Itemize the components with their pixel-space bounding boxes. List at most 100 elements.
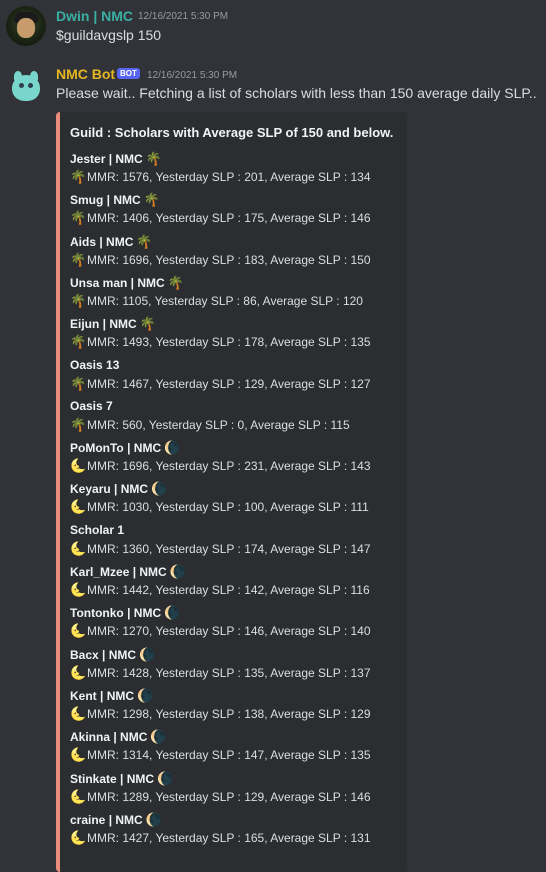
- stats-icon: 🌜: [70, 829, 87, 845]
- scholar-stats: 🌜MMR: 1428, Yesterday SLP : 135, Average…: [70, 665, 371, 681]
- scholar-stats-text: MMR: 560, Yesterday SLP : 0, Average SLP…: [87, 417, 350, 432]
- stats-icon: 🌜: [70, 623, 87, 639]
- stats-icon: 🌜: [70, 540, 87, 556]
- scholar-badge-icon: 🌘: [164, 440, 181, 456]
- scholar-badge-icon: 🌘: [157, 770, 174, 786]
- scholar-stats: 🌜MMR: 1360, Yesterday SLP : 174, Average…: [70, 541, 371, 557]
- stats-icon: 🌜: [70, 499, 87, 515]
- scholar-stats-text: MMR: 1576, Yesterday SLP : 201, Average …: [87, 170, 371, 184]
- scholar-stats: 🌴MMR: 1696, Yesterday SLP : 183, Average…: [70, 252, 371, 268]
- bot-username[interactable]: NMC Bot: [56, 66, 115, 82]
- scholar-name-text: Akinna | NMC: [70, 730, 148, 745]
- scholar-name: Aids | NMC 🌴: [70, 234, 153, 250]
- stats-icon: 🌴: [70, 169, 87, 184]
- scholar-badge-icon: 🌘: [145, 811, 162, 827]
- scholar-name-text: Keyaru | NMC: [70, 482, 149, 497]
- scholar-stats: 🌴MMR: 1467, Yesterday SLP : 129, Average…: [70, 376, 371, 392]
- timestamp: 12/16/2021 5:30 PM: [147, 70, 238, 81]
- scholar-badge-icon: 🌴: [143, 192, 160, 208]
- scholar-name: Oasis 13: [70, 358, 119, 372]
- scholar-badge-icon: 🌘: [139, 646, 156, 662]
- scholar-name: Tontonko | NMC 🌘: [70, 605, 181, 621]
- scholar-stats-text: MMR: 1493, Yesterday SLP : 178, Average …: [87, 335, 371, 350]
- scholar-stats: 🌜MMR: 1314, Yesterday SLP : 147, Average…: [70, 747, 371, 763]
- scholar-stats: 🌴MMR: 1406, Yesterday SLP : 175, Average…: [70, 210, 371, 226]
- scholar-name: Jester | NMC 🌴: [70, 151, 163, 167]
- embed: Guild : Scholars with Average SLP of 150…: [56, 112, 407, 872]
- scholar-name-text: Bacx | NMC: [70, 647, 137, 662]
- scholar-stats: 🌴MMR: 1576, Yesterday SLP : 201, Average…: [70, 169, 371, 185]
- embed-accent-bar: [56, 112, 60, 872]
- scholar-badge-icon: 🌘: [137, 687, 154, 703]
- scholar-stats-text: MMR: 1696, Yesterday SLP : 231, Average …: [87, 459, 371, 474]
- stats-icon: 🌴: [70, 416, 87, 432]
- stats-icon: 🌜: [70, 458, 87, 474]
- scholar-name-text: Scholar 1: [70, 522, 125, 537]
- scholar-stats: 🌜MMR: 1030, Yesterday SLP : 100, Average…: [70, 499, 369, 515]
- scholar-stats: 🌜MMR: 1696, Yesterday SLP : 231, Average…: [70, 458, 371, 474]
- scholar-name: Akinna | NMC 🌘: [70, 729, 167, 745]
- avatar-eye-right: [28, 83, 33, 88]
- scholar-name: Smug | NMC 🌴: [70, 192, 161, 208]
- scholar-name: Unsa man | NMC 🌴: [70, 275, 185, 291]
- scholar-badge-icon: 🌴: [167, 274, 184, 290]
- scholar-badge-icon: 🌘: [164, 605, 181, 621]
- scholar-name-text: Stinkate | NMC: [70, 771, 155, 786]
- user-avatar[interactable]: [6, 6, 46, 46]
- avatar-eye-left: [19, 83, 24, 88]
- scholar-badge-icon: 🌘: [150, 729, 167, 745]
- scholar-stats-text: MMR: 1467, Yesterday SLP : 129, Average …: [87, 376, 371, 391]
- scholar-name: Kent | NMC 🌘: [70, 688, 154, 704]
- scholar-name: Karl_Mzee | NMC 🌘: [70, 564, 187, 580]
- scholar-name: Stinkate | NMC 🌘: [70, 771, 174, 787]
- timestamp: 12/16/2021 5:30 PM: [138, 11, 229, 22]
- scholar-stats-text: MMR: 1406, Yesterday SLP : 175, Average …: [87, 211, 371, 226]
- scholar-stats: 🌜MMR: 1442, Yesterday SLP : 142, Average…: [70, 582, 370, 598]
- scholar-stats-text: MMR: 1030, Yesterday SLP : 100, Average …: [87, 500, 369, 515]
- scholar-name-text: Karl_Mzee | NMC: [70, 565, 167, 579]
- scholar-stats: 🌜MMR: 1289, Yesterday SLP : 129, Average…: [70, 789, 371, 805]
- scholar-stats: 🌜MMR: 1270, Yesterday SLP : 146, Average…: [70, 623, 371, 639]
- stats-icon: 🌜: [70, 582, 87, 597]
- scholar-name-text: Kent | NMC: [70, 688, 135, 703]
- scholar-stats-text: MMR: 1289, Yesterday SLP : 129, Average …: [87, 789, 371, 804]
- scholar-name: Keyaru | NMC 🌘: [70, 481, 168, 497]
- scholar-name-text: Eijun | NMC: [70, 317, 137, 332]
- stats-icon: 🌜: [70, 664, 87, 680]
- scholar-stats: 🌜MMR: 1298, Yesterday SLP : 138, Average…: [70, 706, 371, 722]
- scholar-stats: 🌜MMR: 1427, Yesterday SLP : 165, Average…: [70, 830, 371, 846]
- bot-badge: BOT: [117, 68, 140, 79]
- scholar-stats-text: MMR: 1360, Yesterday SLP : 174, Average …: [87, 541, 371, 556]
- scholar-name: Oasis 7: [70, 399, 113, 413]
- scholar-name-text: Jester | NMC: [70, 152, 143, 166]
- scholar-stats-text: MMR: 1427, Yesterday SLP : 165, Average …: [87, 830, 371, 845]
- scholar-badge-icon: 🌴: [139, 316, 156, 332]
- avatar-face: [17, 18, 35, 38]
- scholar-stats-text: MMR: 1696, Yesterday SLP : 183, Average …: [87, 252, 371, 267]
- scholar-stats: 🌴MMR: 1105, Yesterday SLP : 86, Average …: [70, 293, 363, 309]
- scholar-name-text: craine | NMC: [70, 812, 143, 827]
- scholar-stats-text: MMR: 1298, Yesterday SLP : 138, Average …: [87, 706, 371, 721]
- stats-icon: 🌴: [70, 210, 87, 226]
- username[interactable]: Dwin | NMC: [56, 8, 133, 24]
- stats-icon: 🌜: [70, 705, 87, 721]
- scholar-name: Scholar 1: [70, 523, 124, 537]
- stats-icon: 🌜: [70, 788, 87, 804]
- scholar-name: PoMonTo | NMC 🌘: [70, 440, 181, 456]
- stats-icon: 🌜: [70, 747, 87, 763]
- scholar-name-text: Smug | NMC: [70, 193, 141, 208]
- bot-avatar[interactable]: [6, 67, 46, 107]
- scholar-stats-text: MMR: 1442, Yesterday SLP : 142, Average …: [87, 583, 370, 597]
- scholar-stats-text: MMR: 1105, Yesterday SLP : 86, Average S…: [87, 293, 363, 308]
- scholar-badge-icon: 🌴: [136, 233, 153, 249]
- scholar-stats: 🌴MMR: 1493, Yesterday SLP : 178, Average…: [70, 334, 371, 350]
- scholar-badge-icon: 🌴: [145, 151, 162, 166]
- scholar-name: craine | NMC 🌘: [70, 812, 163, 828]
- stats-icon: 🌴: [70, 334, 87, 350]
- message-text: Please wait.. Fetching a list of scholar…: [56, 85, 537, 101]
- scholar-name: Eijun | NMC 🌴: [70, 316, 157, 332]
- scholar-stats-text: MMR: 1428, Yesterday SLP : 135, Average …: [87, 665, 371, 680]
- scholar-stats-text: MMR: 1314, Yesterday SLP : 147, Average …: [87, 748, 371, 763]
- scholar-name-text: Unsa man | NMC: [70, 275, 165, 290]
- stats-icon: 🌴: [70, 375, 87, 391]
